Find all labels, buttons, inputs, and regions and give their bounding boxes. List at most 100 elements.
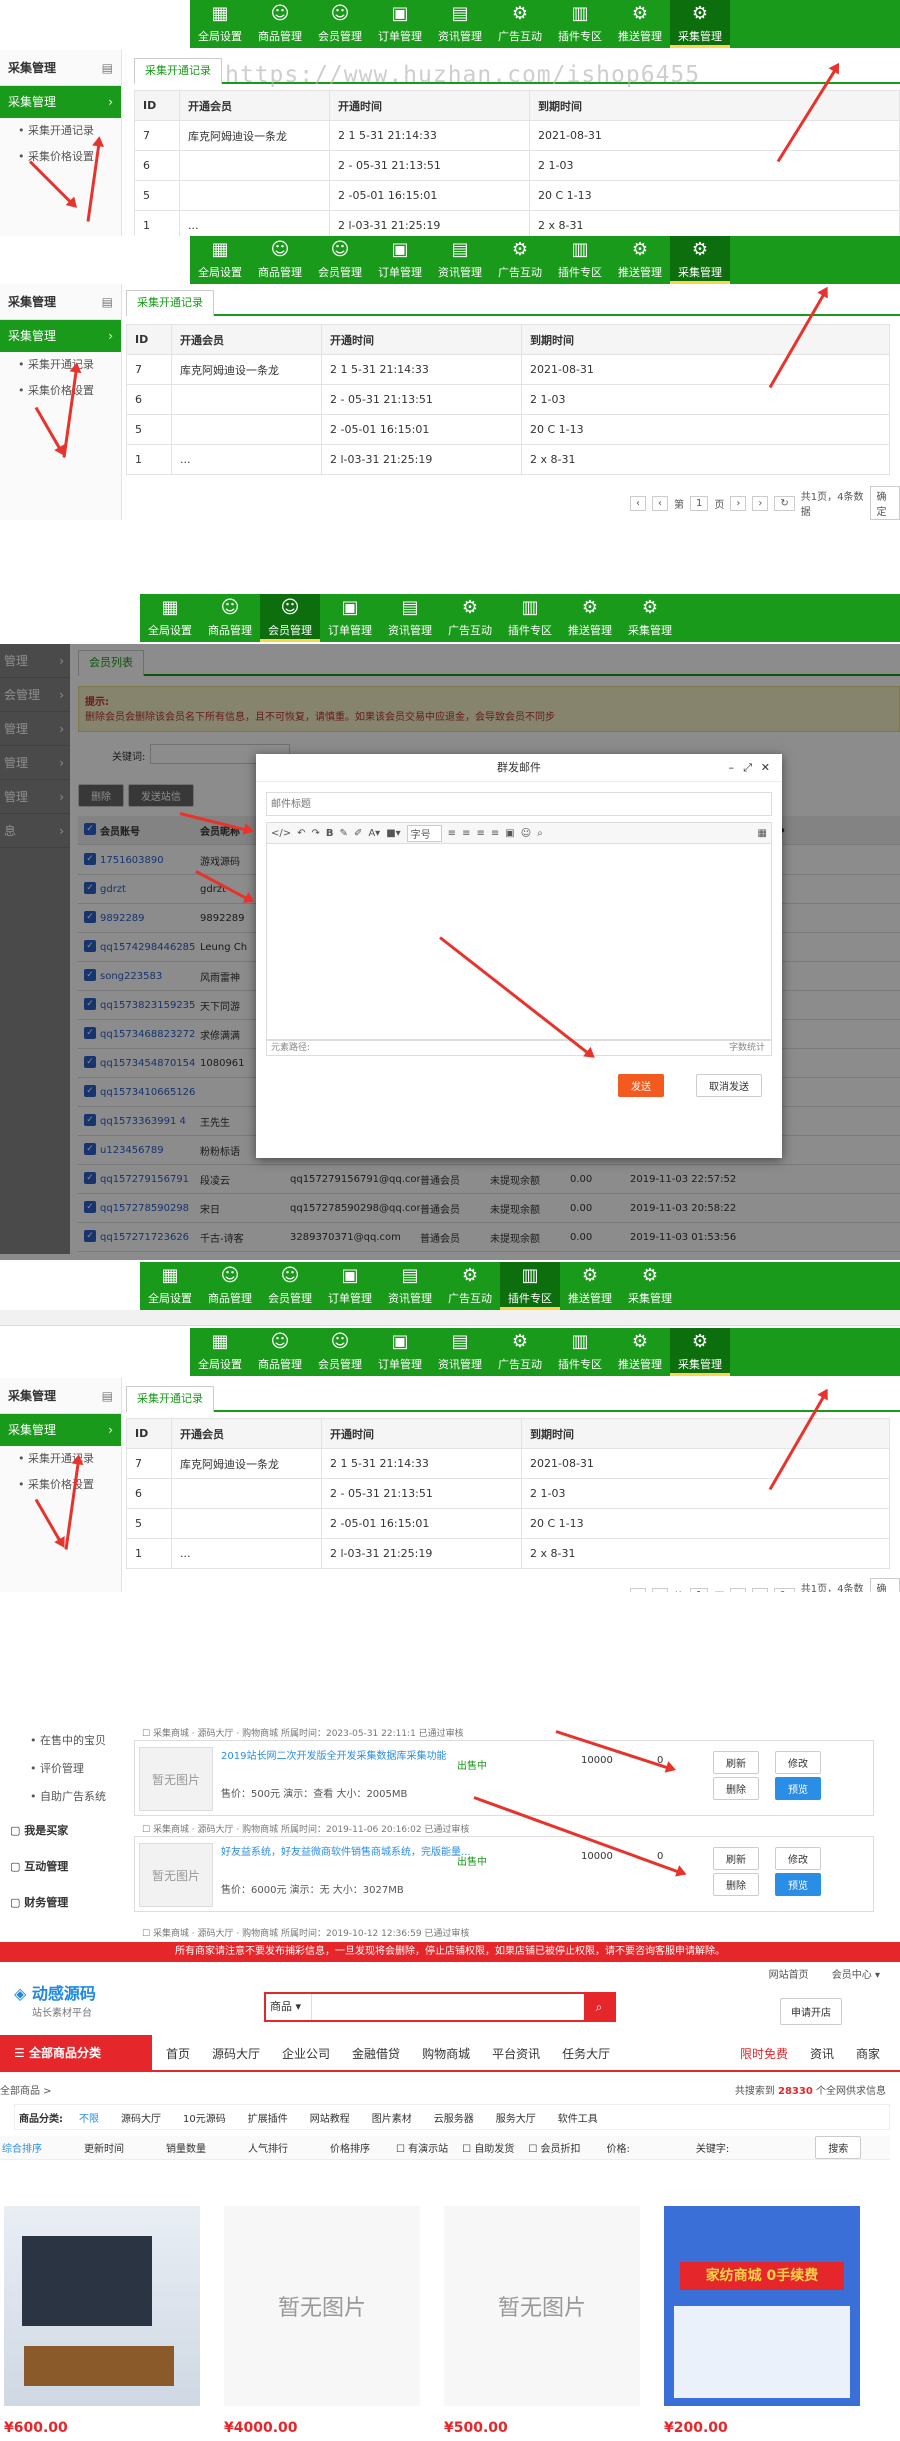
- font-size-select[interactable]: 字号: [406, 824, 442, 842]
- font-color-icon[interactable]: A▾: [368, 828, 380, 839]
- close-icon[interactable]: ✕: [761, 754, 770, 782]
- filter-checkbox[interactable]: ☐ 自助发货: [462, 2140, 514, 2155]
- menu-item[interactable]: • 评价管理: [0, 1748, 120, 1776]
- menu-item[interactable]: ▢ 我是买家: [0, 1804, 120, 1838]
- preview-button[interactable]: 预览: [775, 1873, 821, 1896]
- sort-option[interactable]: 更新时间: [84, 2140, 124, 2155]
- prev-page-icon[interactable]: ‹: [630, 1587, 646, 1592]
- nav-item[interactable]: ☺ 会员管理: [310, 0, 370, 48]
- justify-icon[interactable]: ≡: [491, 828, 499, 839]
- nav-item[interactable]: ▦ 全局设置: [140, 1262, 200, 1310]
- goods-title[interactable]: 好友益系统，好友益微商软件销售商城系统，完版能量...: [221, 1843, 471, 1858]
- calendar-icon[interactable]: ▤: [102, 284, 113, 320]
- category-item[interactable]: 不限: [79, 2110, 99, 2125]
- nav-item[interactable]: ⚙ 推送管理: [610, 236, 670, 284]
- prev-page-icon[interactable]: ‹: [630, 495, 646, 511]
- fullscreen-icon[interactable]: ▦: [758, 828, 767, 839]
- nav-item[interactable]: ☺ 商品管理: [250, 1328, 310, 1376]
- nav-item[interactable]: ⚙ 广告互动: [440, 594, 500, 642]
- go-button[interactable]: 确定: [870, 1578, 900, 1592]
- nav-item[interactable]: ▣ 订单管理: [320, 1262, 380, 1310]
- nav-item[interactable]: ▤ 资讯管理: [380, 1262, 440, 1310]
- nav-item[interactable]: ▤ 资讯管理: [430, 236, 490, 284]
- filter-checkbox[interactable]: ☐ 有演示站: [396, 2140, 448, 2155]
- nav-item[interactable]: ▣ 订单管理: [370, 236, 430, 284]
- sidebar-item-open-records[interactable]: • 采集开通记录: [0, 352, 121, 378]
- menu-item[interactable]: 企业公司: [282, 2045, 330, 2062]
- nav-item[interactable]: ☺ 商品管理: [200, 594, 260, 642]
- tab-open-records[interactable]: 采集开通记录: [126, 290, 214, 316]
- nav-item[interactable]: ▥ 插件专区: [550, 236, 610, 284]
- minimize-icon[interactable]: –: [729, 754, 735, 782]
- next-icon[interactable]: ›: [730, 495, 747, 511]
- menu-item[interactable]: 平台资讯: [492, 2045, 540, 2062]
- email-subject-input[interactable]: [266, 792, 772, 816]
- image-icon[interactable]: ▣: [505, 828, 514, 839]
- nav-item[interactable]: ▦ 全局设置: [190, 1328, 250, 1376]
- nav-item[interactable]: ▤ 资讯管理: [380, 594, 440, 642]
- nav-item[interactable]: ☺ 会员管理: [310, 236, 370, 284]
- menu-item-news[interactable]: 资讯: [810, 2045, 834, 2062]
- nav-item[interactable]: ⚙ 推送管理: [610, 1328, 670, 1376]
- nav-item[interactable]: ☺ 商品管理: [250, 236, 310, 284]
- nav-item[interactable]: ☺ 商品管理: [200, 1262, 260, 1310]
- sidebar-item-collect[interactable]: 采集管理 ›: [0, 1414, 121, 1446]
- email-body-editor[interactable]: [266, 844, 772, 1040]
- nav-item[interactable]: ▥ 插件专区: [500, 594, 560, 642]
- nav-item[interactable]: ⚙ 采集管理: [620, 1262, 680, 1310]
- page-input[interactable]: 1: [690, 1587, 709, 1592]
- highlight-icon[interactable]: ■▾: [386, 828, 400, 839]
- nav-item[interactable]: ▦ 全局设置: [140, 594, 200, 642]
- calendar-icon[interactable]: ▤: [102, 50, 113, 86]
- search-input[interactable]: [312, 1994, 584, 2020]
- sort-option[interactable]: 销量数量: [166, 2140, 206, 2155]
- all-categories-button[interactable]: ☰ 全部商品分类: [0, 2035, 152, 2071]
- tab-open-records[interactable]: 采集开通记录: [134, 58, 222, 84]
- sidebar-item-price-settings[interactable]: • 采集价格设置: [0, 1472, 121, 1498]
- attachment-icon[interactable]: ⌕: [537, 828, 543, 839]
- align-right-icon[interactable]: ≡: [476, 828, 484, 839]
- product-card[interactable]: 暂无图片 ¥4000.00: [224, 2206, 420, 2441]
- category-item[interactable]: 服务大厅: [496, 2110, 536, 2125]
- product-card[interactable]: 暂无图片 ¥500.00: [444, 2206, 640, 2441]
- bold-icon[interactable]: B: [326, 828, 334, 839]
- nav-item[interactable]: ☺ 会员管理: [260, 1262, 320, 1310]
- nav-item[interactable]: ⚙ 采集管理: [670, 0, 730, 48]
- category-item[interactable]: 软件工具: [558, 2110, 598, 2125]
- edit-button[interactable]: 修改: [775, 1751, 821, 1774]
- send-button[interactable]: 发送: [618, 1074, 664, 1097]
- category-item[interactable]: 图片素材: [372, 2110, 412, 2125]
- page-input[interactable]: 1: [690, 495, 709, 511]
- paint-icon[interactable]: ✐: [354, 828, 362, 839]
- refresh-button[interactable]: 刷新: [713, 1751, 759, 1774]
- align-center-icon[interactable]: ≡: [462, 828, 470, 839]
- nav-item[interactable]: ▥ 插件专区: [500, 1262, 560, 1310]
- search-icon[interactable]: ⌕: [584, 1994, 614, 2020]
- preview-button[interactable]: 预览: [775, 1777, 821, 1800]
- nav-item[interactable]: ⚙ 广告互动: [440, 1262, 500, 1310]
- category-item[interactable]: 网站教程: [310, 2110, 350, 2125]
- nav-item[interactable]: ▥ 插件专区: [550, 1328, 610, 1376]
- nav-item[interactable]: ☺ 会员管理: [260, 594, 320, 642]
- sidebar-item-collect[interactable]: 采集管理 ›: [0, 320, 121, 352]
- nav-item[interactable]: ⚙ 广告互动: [490, 1328, 550, 1376]
- calendar-icon[interactable]: ▤: [102, 1378, 113, 1414]
- sidebar-item-price-settings[interactable]: • 采集价格设置: [0, 378, 121, 404]
- refresh-button[interactable]: 刷新: [713, 1847, 759, 1870]
- sort-option[interactable]: 价格排序: [330, 2140, 370, 2155]
- delete-button[interactable]: 删除: [713, 1873, 759, 1896]
- category-item[interactable]: 云服务器: [434, 2110, 474, 2125]
- emoji-icon[interactable]: ☺: [521, 828, 531, 839]
- menu-item[interactable]: • 自助广告系统: [0, 1776, 120, 1804]
- redo-icon[interactable]: ↷: [312, 828, 320, 839]
- nav-item[interactable]: ▤ 资讯管理: [430, 1328, 490, 1376]
- edit-button[interactable]: 修改: [775, 1847, 821, 1870]
- menu-item[interactable]: 金融借贷: [352, 2045, 400, 2062]
- home-link[interactable]: 网站首页: [769, 1970, 809, 1981]
- tab-open-records[interactable]: 采集开通记录: [126, 1386, 214, 1412]
- align-left-icon[interactable]: ≡: [448, 828, 456, 839]
- nav-item[interactable]: ▦ 全局设置: [190, 236, 250, 284]
- nav-item[interactable]: ▦ 全局设置: [190, 0, 250, 48]
- prev-icon[interactable]: ‹: [652, 495, 668, 511]
- menu-item[interactable]: 源码大厅: [212, 2045, 260, 2062]
